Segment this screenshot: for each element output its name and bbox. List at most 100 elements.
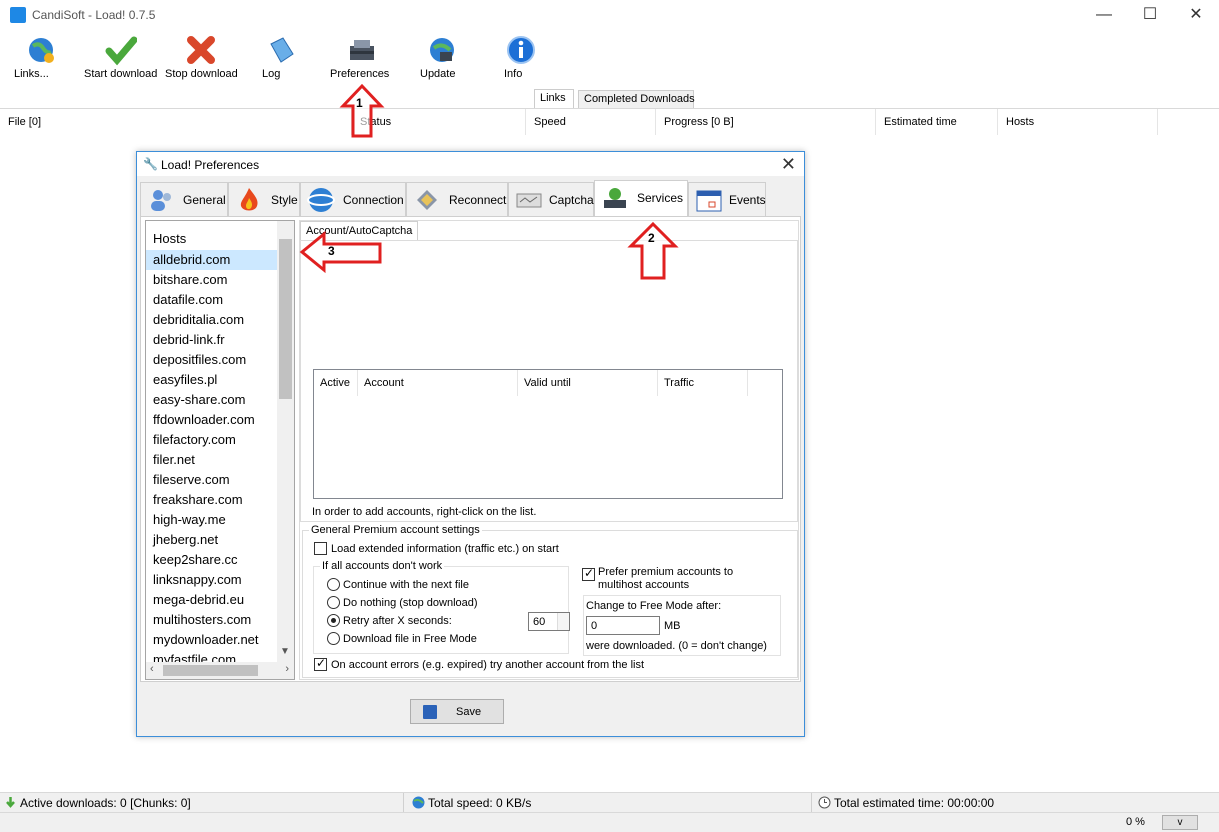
host-item[interactable]: multihosters.com bbox=[146, 610, 277, 630]
host-item[interactable]: fileserve.com bbox=[146, 470, 277, 490]
overall-percent: 0 % bbox=[1126, 816, 1145, 828]
dialog-close-button[interactable]: ✕ bbox=[781, 154, 796, 175]
free-mode-note: were downloaded. (0 = don't change) bbox=[586, 640, 767, 652]
total-speed-status: Total speed: 0 KB/s bbox=[408, 793, 812, 813]
hosts-vertical-scrollbar[interactable]: ▼ bbox=[277, 221, 294, 664]
column-file[interactable]: File [0] bbox=[0, 109, 352, 135]
retry-seconds-spinner[interactable]: 60 bbox=[528, 612, 570, 631]
column-estimated-time[interactable]: Estimated time bbox=[876, 109, 998, 135]
captcha-icon bbox=[516, 193, 542, 208]
limit-dropdown[interactable]: v bbox=[1162, 815, 1198, 830]
column-progress[interactable]: Progress [0 B] bbox=[656, 109, 876, 135]
spinner-arrows-icon[interactable] bbox=[557, 613, 569, 630]
hosts-list: alldebrid.com bitshare.com datafile.com … bbox=[146, 250, 277, 670]
host-item[interactable]: freakshare.com bbox=[146, 490, 277, 510]
tab-links[interactable]: Links bbox=[534, 89, 574, 108]
continue-next-label: Continue with the next file bbox=[343, 579, 469, 591]
host-item[interactable]: filer.net bbox=[146, 450, 277, 470]
column-valid-until[interactable]: Valid until bbox=[518, 370, 658, 396]
tab-completed-downloads[interactable]: Completed Downloads bbox=[578, 90, 695, 108]
host-item[interactable]: debriditalia.com bbox=[146, 310, 277, 330]
free-mode-mb-input[interactable]: 0 bbox=[586, 616, 660, 635]
host-item[interactable]: bitshare.com bbox=[146, 270, 277, 290]
active-downloads-status: Active downloads: 0 [Chunks: 0] bbox=[0, 793, 404, 813]
column-speed[interactable]: Speed bbox=[526, 109, 656, 135]
tab-captcha-label: Captcha bbox=[549, 193, 594, 207]
load-extended-checkbox[interactable] bbox=[314, 542, 327, 555]
tab-captcha[interactable]: Captcha bbox=[508, 182, 594, 216]
hosts-horizontal-scrollbar[interactable]: ‹ › bbox=[146, 662, 294, 679]
prefer-premium-label: Prefer premium accounts to multihost acc… bbox=[598, 566, 734, 591]
account-panel: Active Account Valid until Traffic In or… bbox=[300, 240, 798, 522]
scroll-left-icon[interactable]: ‹ bbox=[150, 663, 154, 675]
host-item[interactable]: alldebrid.com bbox=[146, 250, 277, 270]
info-button[interactable]: Info bbox=[504, 34, 538, 84]
host-item[interactable]: debrid-link.fr bbox=[146, 330, 277, 350]
host-item[interactable]: depositfiles.com bbox=[146, 350, 277, 370]
globe-small-icon bbox=[412, 796, 425, 809]
annotation-arrow-1 bbox=[339, 83, 385, 138]
free-mode-radio[interactable] bbox=[327, 632, 340, 645]
tab-services-label: Services bbox=[637, 191, 684, 205]
start-download-button[interactable]: Start download bbox=[84, 34, 158, 84]
toolbox-icon bbox=[350, 40, 374, 60]
links-label: Links... bbox=[14, 68, 49, 80]
tab-connection-label: Connection bbox=[343, 193, 404, 207]
host-item[interactable]: ffdownloader.com bbox=[146, 410, 277, 430]
fire-icon bbox=[240, 188, 258, 211]
accounts-table[interactable]: Active Account Valid until Traffic bbox=[313, 369, 783, 499]
maximize-button[interactable]: ☐ bbox=[1127, 0, 1173, 30]
tab-events[interactable]: Events bbox=[688, 182, 766, 216]
tab-reconnect[interactable]: Reconnect bbox=[406, 182, 508, 216]
hosts-listbox[interactable]: Hosts alldebrid.com bitshare.com datafil… bbox=[145, 220, 295, 680]
stop-download-button[interactable]: Stop download bbox=[165, 34, 238, 84]
log-button[interactable]: Log bbox=[262, 34, 300, 84]
on-error-checkbox[interactable] bbox=[314, 656, 327, 671]
do-nothing-radio[interactable] bbox=[327, 596, 340, 609]
host-item[interactable]: mega-debrid.eu bbox=[146, 590, 277, 610]
globe-icon bbox=[29, 38, 54, 63]
column-traffic[interactable]: Traffic bbox=[658, 370, 748, 396]
scroll-thumb[interactable] bbox=[279, 239, 292, 399]
host-item[interactable]: high-way.me bbox=[146, 510, 277, 530]
host-item[interactable]: jheberg.net bbox=[146, 530, 277, 550]
links-button[interactable]: Links... bbox=[14, 34, 68, 84]
tab-services[interactable]: Services bbox=[594, 180, 688, 216]
start-download-label: Start download bbox=[84, 68, 158, 80]
host-item[interactable]: keep2share.cc bbox=[146, 550, 277, 570]
minimize-button[interactable]: — bbox=[1081, 0, 1127, 30]
tab-style[interactable]: Style bbox=[228, 182, 300, 216]
tab-reconnect-label: Reconnect bbox=[449, 193, 507, 207]
scroll-right-icon[interactable]: › bbox=[285, 663, 289, 675]
host-item[interactable]: linksnappy.com bbox=[146, 570, 277, 590]
column-active[interactable]: Active bbox=[314, 370, 358, 396]
host-item[interactable]: datafile.com bbox=[146, 290, 277, 310]
free-mode-group: Change to Free Mode after: 0 MB were dow… bbox=[583, 595, 781, 656]
host-item[interactable]: easyfiles.pl bbox=[146, 370, 277, 390]
do-nothing-label: Do nothing (stop download) bbox=[343, 597, 478, 609]
prefer-premium-checkbox[interactable] bbox=[582, 566, 595, 581]
save-label: Save bbox=[456, 706, 482, 718]
toolbar: Links... Start download Stop download Lo… bbox=[0, 30, 1219, 88]
save-button[interactable]: Save bbox=[410, 699, 504, 724]
retry-after-radio[interactable] bbox=[327, 614, 340, 627]
tab-connection[interactable]: Connection bbox=[300, 182, 406, 216]
host-item[interactable]: filefactory.com bbox=[146, 430, 277, 450]
host-item[interactable]: easy-share.com bbox=[146, 390, 277, 410]
tab-events-label: Events bbox=[729, 193, 766, 207]
scroll-down-icon[interactable]: ▼ bbox=[280, 646, 290, 657]
host-item[interactable]: mydownloader.net bbox=[146, 630, 277, 650]
log-label: Log bbox=[262, 68, 281, 80]
column-account[interactable]: Account bbox=[358, 370, 518, 396]
hscroll-thumb[interactable] bbox=[163, 665, 258, 676]
users-icon bbox=[151, 190, 171, 211]
close-button[interactable]: ✕ bbox=[1173, 0, 1219, 30]
column-hosts[interactable]: Hosts bbox=[998, 109, 1158, 135]
update-button[interactable]: Update bbox=[420, 34, 464, 84]
continue-next-radio[interactable] bbox=[327, 578, 340, 591]
if-all-fail-legend: If all accounts don't work bbox=[320, 560, 445, 572]
cross-icon bbox=[187, 36, 215, 64]
tab-general[interactable]: General bbox=[140, 182, 228, 216]
tab-style-label: Style bbox=[271, 193, 298, 207]
preferences-button[interactable]: Preferences bbox=[330, 34, 394, 84]
